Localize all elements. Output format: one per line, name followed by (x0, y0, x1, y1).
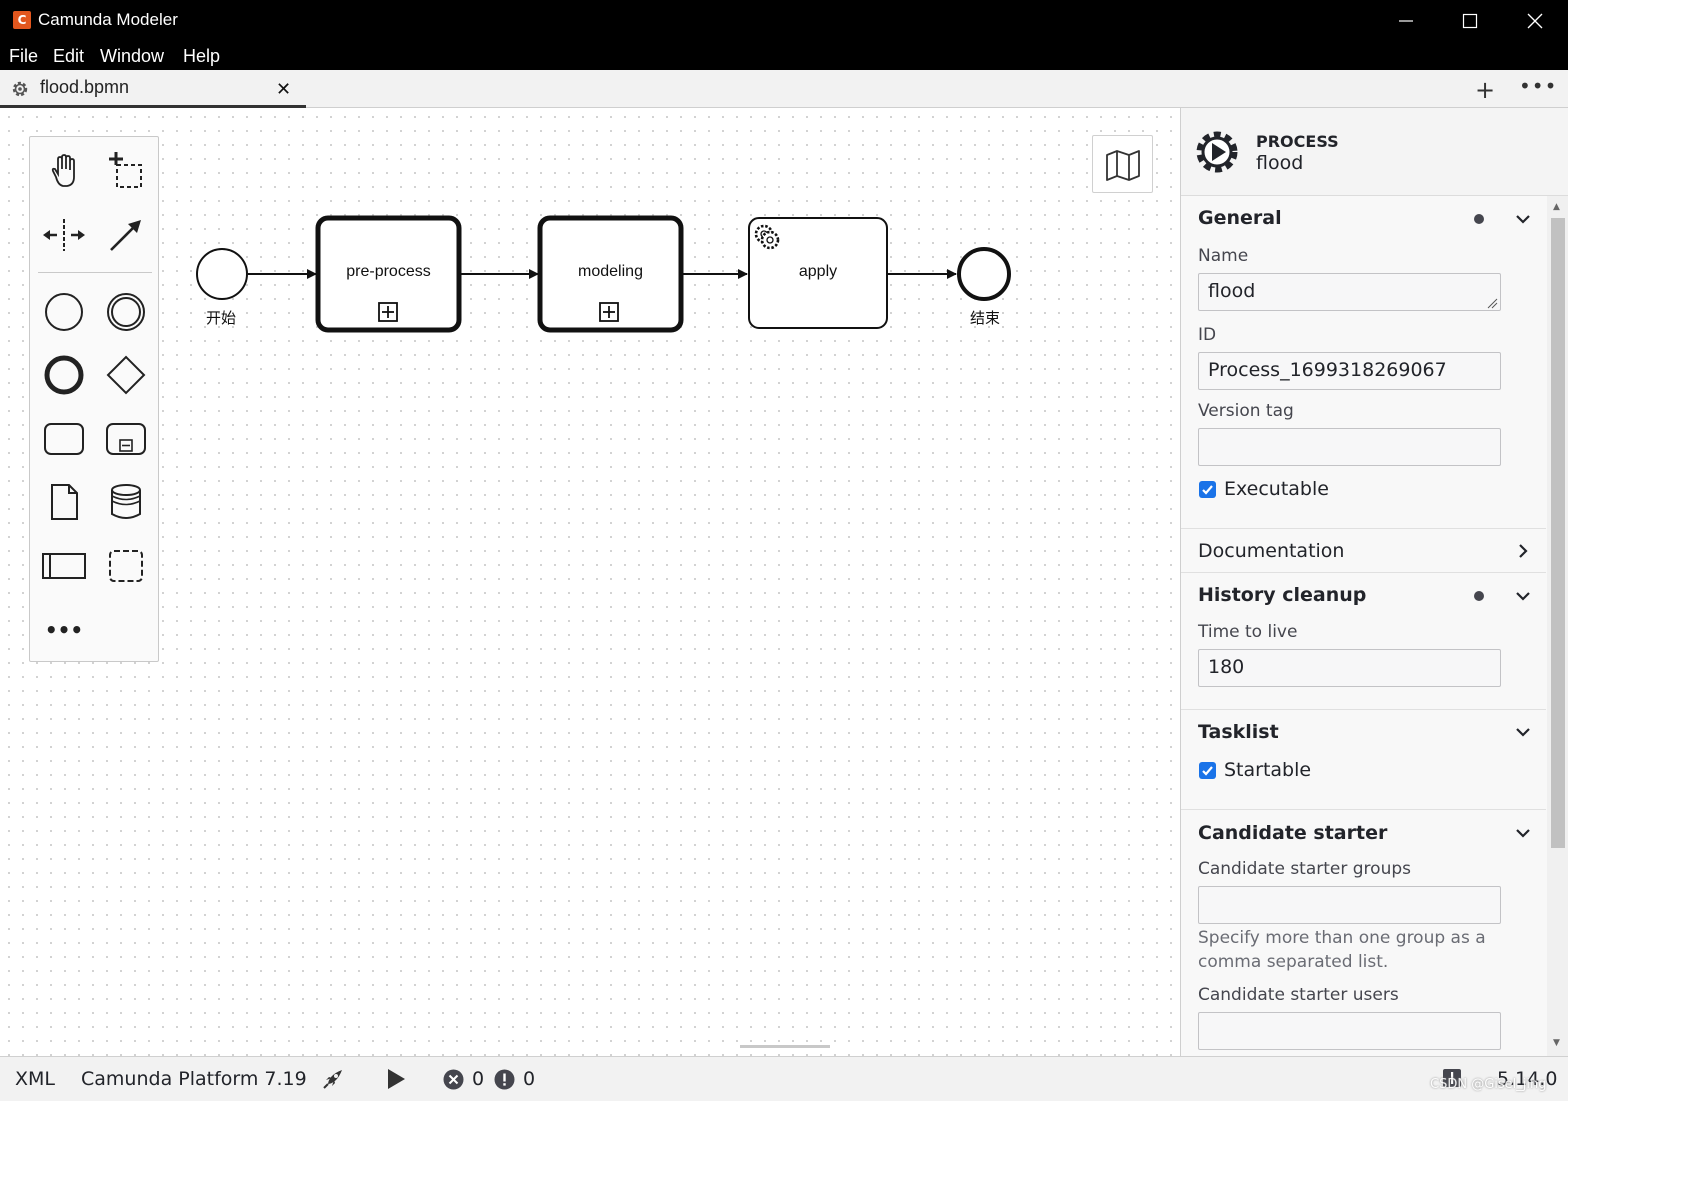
tasklist-section-header[interactable]: Tasklist (1198, 721, 1279, 743)
version-tag-label: Version tag (1198, 401, 1294, 421)
checkmark-icon (1202, 766, 1213, 776)
status-bar: XML Camunda Platform 7.19 0 0 5.14.0 CSD… (0, 1056, 1568, 1101)
minimize-button[interactable] (1374, 0, 1438, 42)
diagram-canvas[interactable]: ••• pre-process modeling apply 开始 结束 (0, 108, 1180, 1056)
error-count: 0 (472, 1068, 485, 1090)
element-type: PROCESS (1256, 132, 1339, 151)
task-label: pre-process (346, 263, 431, 280)
candidate-groups-hint: Specify more than one group as a comma s… (1198, 928, 1486, 972)
end-event-label: 结束 (970, 309, 1001, 327)
section-divider (1181, 528, 1546, 529)
chevron-down-icon[interactable] (1514, 587, 1532, 605)
minimize-icon (1399, 20, 1413, 22)
warning-icon[interactable] (494, 1069, 515, 1090)
menu-file[interactable]: File (9, 46, 38, 67)
scroll-down-icon[interactable]: ▼ (1553, 1038, 1560, 1048)
window-title: Camunda Modeler (38, 10, 178, 29)
menu-help[interactable]: Help (183, 46, 220, 67)
maximize-icon (1462, 13, 1478, 29)
section-has-data-dot (1474, 214, 1484, 224)
end-event[interactable] (957, 247, 1011, 301)
menu-window[interactable]: Window (100, 46, 164, 67)
engine-version-button[interactable]: Camunda Platform 7.19 (81, 1068, 307, 1090)
documentation-section-header[interactable]: Documentation (1198, 540, 1344, 562)
watermark: CSDN @Gisel_jing (1430, 1077, 1547, 1092)
tab-flood-bpmn[interactable]: flood.bpmn ✕ (0, 70, 306, 108)
error-icon[interactable] (443, 1069, 464, 1090)
element-name: flood (1256, 152, 1304, 174)
process-gear-icon (1196, 131, 1238, 173)
gear-icon (12, 81, 28, 97)
new-tab-button[interactable]: + (1475, 76, 1495, 104)
run-play-icon[interactable] (386, 1068, 406, 1090)
tab-more-button[interactable]: ••• (1519, 74, 1557, 98)
chevron-down-icon[interactable] (1514, 723, 1532, 741)
chevron-right-icon[interactable] (1514, 542, 1532, 560)
tab-label: flood.bpmn (40, 77, 130, 97)
task-label: modeling (578, 263, 643, 280)
executable-checkbox[interactable] (1199, 481, 1216, 498)
title-bar: C Camunda Modeler (0, 0, 1568, 42)
bpmn-diagram (196, 215, 1011, 333)
warning-count: 0 (523, 1068, 536, 1090)
maximize-button[interactable] (1438, 0, 1502, 42)
section-divider (1181, 572, 1546, 573)
candidate-groups-label: Candidate starter groups (1198, 859, 1411, 879)
properties-header: PROCESS flood (1181, 108, 1568, 196)
start-event-label: 开始 (206, 309, 237, 327)
scrollbar-thumb[interactable] (1551, 218, 1565, 848)
candidate-groups-field[interactable] (1198, 886, 1501, 924)
executable-label: Executable (1224, 478, 1329, 500)
candidate-users-label: Candidate starter users (1198, 985, 1399, 1005)
id-field[interactable]: Process_1699318269067 (1198, 352, 1501, 390)
task-label: apply (798, 263, 838, 280)
tab-bar: flood.bpmn ✕ + ••• (0, 70, 1568, 108)
properties-panel: PROCESS flood General Name flood ID Proc… (1180, 108, 1568, 1056)
menu-bar: File Edit Window Help (0, 42, 1568, 70)
menu-edit[interactable]: Edit (53, 46, 84, 67)
tab-close-button[interactable]: ✕ (276, 79, 291, 100)
checkmark-icon (1202, 485, 1213, 495)
textarea-resize-icon[interactable] (1487, 298, 1498, 309)
time-to-live-field[interactable]: 180 (1198, 649, 1501, 687)
scroll-up-icon[interactable]: ▲ (1553, 202, 1560, 212)
section-divider (1181, 709, 1546, 710)
close-icon (1527, 13, 1543, 29)
version-tag-field[interactable] (1198, 428, 1501, 466)
startable-checkbox[interactable] (1199, 762, 1216, 779)
properties-scrollbar[interactable]: ▲ ▼ (1547, 196, 1568, 1056)
name-label: Name (1198, 246, 1249, 266)
candidate-users-field[interactable] (1198, 1012, 1501, 1050)
xml-button[interactable]: XML (15, 1068, 55, 1090)
name-field[interactable]: flood (1198, 273, 1501, 311)
id-label: ID (1198, 325, 1217, 345)
chevron-down-icon[interactable] (1514, 824, 1532, 842)
chevron-down-icon[interactable] (1514, 210, 1532, 228)
startable-label: Startable (1224, 759, 1312, 781)
close-window-button[interactable] (1503, 0, 1567, 42)
section-divider (1181, 809, 1546, 810)
time-to-live-label: Time to live (1198, 622, 1298, 642)
camunda-logo-icon: C (13, 11, 31, 29)
section-has-data-dot (1474, 591, 1484, 601)
general-section-header[interactable]: General (1198, 207, 1282, 229)
panel-resize-handle[interactable] (740, 1045, 830, 1050)
deploy-rocket-icon[interactable] (320, 1066, 346, 1092)
start-event[interactable] (196, 248, 248, 300)
history-cleanup-section-header[interactable]: History cleanup (1198, 584, 1366, 606)
candidate-starter-section-header[interactable]: Candidate starter (1198, 822, 1387, 844)
